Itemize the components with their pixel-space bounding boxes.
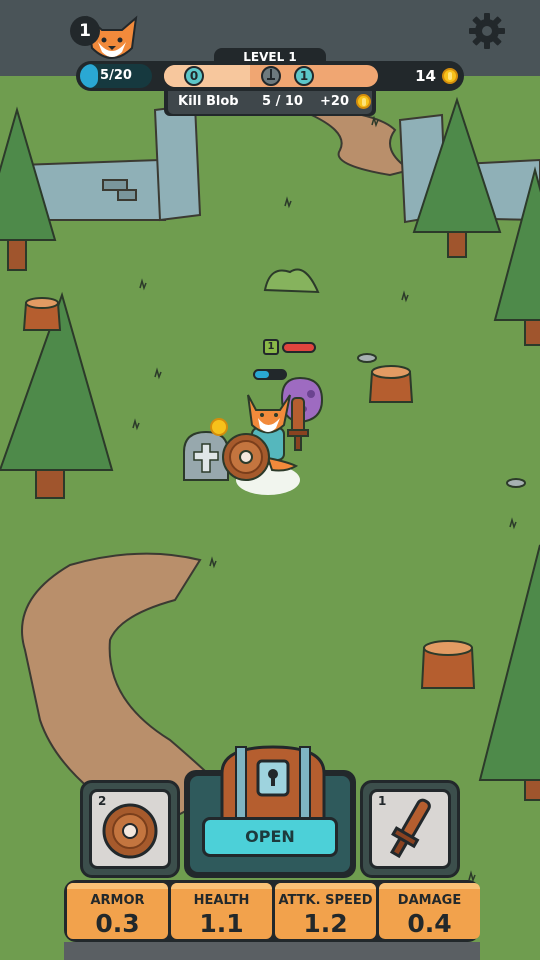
enemy-health-fill [284,344,314,351]
stat-value: 1.1 [199,909,244,938]
stat-value: 0.4 [407,909,452,938]
stat-label: ARMOR [90,893,145,908]
stat-value: 1.2 [303,909,348,938]
open-chest-button[interactable]: OPEN [202,817,338,857]
tree-stump [368,365,414,403]
quest-progress: 5 / 10 [262,94,303,109]
stage-marker-boss [261,66,281,86]
shield-icon [102,803,158,859]
stat-damage: DAMAGE 0.4 [379,883,480,939]
stat-armor: ARMOR 0.3 [67,883,168,939]
coin-icon [356,94,371,109]
tree-stump [22,297,62,331]
wall-brick [117,189,137,201]
rock [357,353,377,363]
treasure-chest-icon[interactable] [218,743,328,821]
stage-marker-next: 1 [294,66,314,86]
player-level-badge: 1 [70,16,100,46]
coin-icon [442,68,458,84]
quest-banner: Kill Blob 5 / 10 +20 [164,89,376,116]
stat-label: HEALTH [193,893,250,908]
player-health-bar [253,369,287,380]
wall-brick [102,179,128,191]
fox-hero [222,394,309,495]
tree-stump [420,640,476,689]
inventory-slot-sword[interactable]: 1 [360,780,460,878]
bush [263,268,320,294]
dropped-coin [210,418,228,436]
xp-bar: 5/20 [80,64,152,88]
rock [506,478,526,488]
stat-attack-speed: ATTK. SPEED 1.2 [275,883,376,939]
hud-bar: 5/20 0 1 14 [76,61,464,91]
stats-footer [64,942,480,960]
gravestone [183,430,229,481]
stat-health: HEALTH 1.1 [171,883,272,939]
stage-marker-start: 0 [184,66,204,86]
stat-label: DAMAGE [397,893,462,908]
quest-name: Kill Blob [178,94,239,109]
level-progress-track: 0 1 [164,65,378,87]
settings-gear-icon[interactable] [468,12,506,50]
sword-stage-icon [267,69,275,80]
level-progress-fill [164,65,250,87]
stat-label: ATTK. SPEED [278,893,373,908]
dirt-path-top [299,109,413,177]
sword-icon [389,798,431,859]
coin-count: 14 [415,67,436,85]
stat-value: 0.3 [95,909,140,938]
bottom-panel: 2 OPEN 1 ARMOR 0.3 HEALTH 1.1 ATTK. SPEE… [0,740,540,960]
quest-reward: +20 [320,94,349,109]
player-health-fill [255,371,269,378]
ruin-pillar-left [153,103,202,222]
xp-text: 5/20 [100,68,132,83]
stats-panel: ARMOR 0.3 HEALTH 1.1 ATTK. SPEED 1.2 DAM… [64,880,480,942]
enemy-level-badge: 1 [263,339,279,355]
enemy-health-bar [282,342,316,353]
inventory-slot-shield[interactable]: 2 [80,780,180,878]
